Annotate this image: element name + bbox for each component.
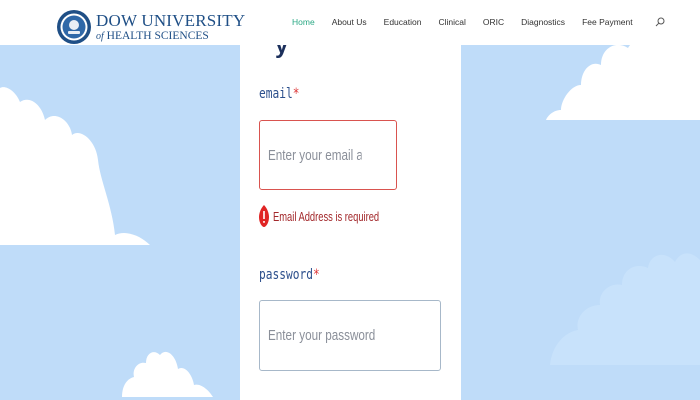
logo-subtitle-main: HEALTH SCIENCES xyxy=(106,30,209,42)
cloud-left xyxy=(0,87,150,245)
nav-education[interactable]: Education xyxy=(384,17,422,27)
password-required-mark: * xyxy=(312,267,320,283)
password-label-text: password xyxy=(259,267,313,283)
cloud-bottom-left xyxy=(122,351,213,397)
password-label: password* xyxy=(259,267,320,283)
nav-about-us[interactable]: About Us xyxy=(332,17,367,27)
search-icon[interactable] xyxy=(655,17,665,27)
email-error-text: Email Address is required xyxy=(273,208,380,224)
logo-subtitle-prefix: of xyxy=(96,31,104,42)
nav-oric[interactable]: ORIC xyxy=(483,17,504,27)
email-label-text: email xyxy=(259,86,293,102)
site-header: DOW UNIVERSITY of HEALTH SCIENCES Home A… xyxy=(0,0,700,45)
logo-title: DOW UNIVERSITY xyxy=(96,11,246,30)
main-nav: Home About Us Education Clinical ORIC Di… xyxy=(292,17,665,27)
university-logo[interactable]: DOW UNIVERSITY of HEALTH SCIENCES xyxy=(56,9,245,45)
nav-home[interactable]: Home xyxy=(292,17,315,27)
error-alert-icon xyxy=(259,205,269,227)
email-field[interactable] xyxy=(259,120,397,190)
password-field[interactable] xyxy=(259,300,441,371)
nav-diagnostics[interactable]: Diagnostics xyxy=(521,17,565,27)
email-input[interactable] xyxy=(268,146,362,164)
logo-subtitle: of HEALTH SCIENCES xyxy=(96,30,209,42)
cloud-bottom-right-faint xyxy=(550,253,700,365)
nav-clinical[interactable]: Clinical xyxy=(438,17,465,27)
email-required-mark: * xyxy=(292,86,300,102)
email-label: email* xyxy=(259,86,299,102)
nav-fee-payment[interactable]: Fee Payment xyxy=(582,17,633,27)
email-error-message: Email Address is required xyxy=(259,204,420,228)
university-seal-icon xyxy=(57,10,91,44)
password-input[interactable] xyxy=(268,327,396,344)
